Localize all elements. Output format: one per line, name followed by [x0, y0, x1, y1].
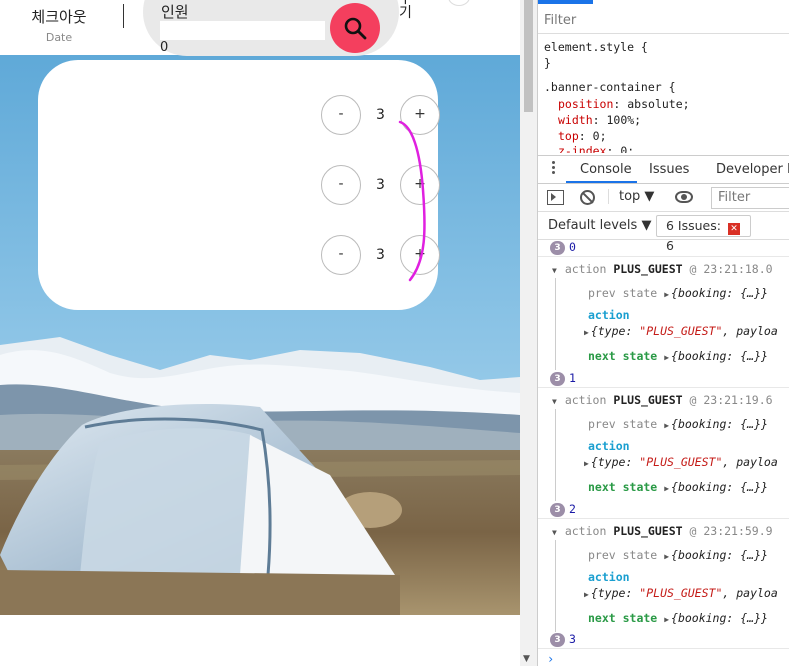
checkout-field[interactable]: 체크아웃 Date	[0, 6, 118, 44]
css-rule-selector: element.style {	[544, 40, 648, 54]
clear-console-icon[interactable]	[580, 190, 595, 205]
css-declaration[interactable]: top: 0;	[558, 129, 607, 143]
prev-state-line[interactable]: prev state ▶ {booking: {…}}	[538, 548, 789, 562]
guest-count-panel: - 3 + - 3 + - 3 +	[38, 60, 440, 310]
issue-flag-icon: ✕	[727, 223, 740, 235]
issues-counter-button[interactable]: 6 Issues: ✕ 6	[656, 215, 751, 253]
css-rule-close: }	[544, 56, 551, 70]
css-declaration[interactable]: width: 100%;	[558, 113, 641, 127]
minus-guest-button[interactable]: -	[321, 235, 361, 275]
annotation-scribble	[398, 120, 426, 282]
guests-value: 0	[160, 40, 169, 55]
search-button[interactable]	[330, 3, 380, 53]
repeat-count-badge: 3	[550, 503, 565, 517]
redux-action-group[interactable]: ▼ action PLUS_GUEST @ 23:21:59.9	[538, 524, 789, 538]
clipped-nav-text: 무 기	[399, 0, 412, 21]
styles-filter-input[interactable]: Filter	[538, 8, 789, 34]
console-toolbar: top ▼ Filter	[538, 184, 789, 212]
issues-label: 6 Issues:	[666, 218, 721, 233]
drawer-tabbar: Console Issues Developer Re	[538, 155, 789, 184]
more-tools-icon[interactable]	[552, 161, 556, 177]
action-key-line: action	[588, 439, 630, 453]
repeat-count-badge: 3	[550, 633, 565, 647]
console-log-entry: 32	[538, 502, 789, 517]
checkout-date-label: Date	[45, 31, 73, 44]
prev-state-line[interactable]: prev state ▶ {booking: {…}}	[538, 417, 789, 431]
action-object-line[interactable]: ▶ {type: "PLUS_GUEST", payloa	[538, 586, 789, 600]
css-rule-selector: .banner-container {	[544, 80, 676, 94]
page-viewport: 체크아웃 Date 인원 0 무 기 - 3 + - 3 + - 3	[0, 0, 520, 666]
next-state-line[interactable]: next state ▶ {booking: {…}}	[538, 349, 789, 363]
separator	[538, 518, 789, 519]
action-key-line: action	[588, 570, 630, 584]
log-levels-dropdown[interactable]: Default levels ▼	[548, 218, 651, 233]
tab-issues[interactable]: Issues	[649, 162, 689, 177]
redux-action-group[interactable]: ▼ action PLUS_GUEST @ 23:21:19.6	[538, 393, 789, 407]
styles-tab-indicator	[538, 0, 593, 4]
page-scrollbar[interactable]: ▼	[520, 0, 537, 666]
sidebar-toggle-icon[interactable]	[547, 190, 564, 205]
divider	[123, 4, 124, 28]
console-prompt-icon[interactable]: ›	[547, 652, 554, 666]
action-object-line[interactable]: ▶ {type: "PLUS_GUEST", payloa	[538, 324, 789, 338]
separator	[538, 648, 789, 649]
console-log-entry: 33	[538, 632, 789, 647]
scroll-down-arrow-icon[interactable]: ▼	[523, 654, 530, 664]
separator	[538, 256, 789, 257]
action-object-line[interactable]: ▶ {type: "PLUS_GUEST", payloa	[538, 455, 789, 469]
separator	[538, 387, 789, 388]
devtools-panel: Filter element.style { } .banner-contain…	[537, 0, 789, 666]
console-messages: 30 ▼ action PLUS_GUEST @ 23:21:18.0 prev …	[538, 240, 789, 666]
guests-input[interactable]	[160, 21, 325, 40]
clipped-avatar[interactable]	[448, 0, 470, 6]
checkout-title: 체크아웃	[31, 8, 87, 26]
context-selector[interactable]: top ▼	[608, 189, 654, 204]
live-expression-eye-icon[interactable]	[675, 191, 693, 203]
console-levels-bar: Default levels ▼ 6 Issues: ✕ 6	[538, 212, 789, 253]
console-filter-input[interactable]: Filter	[711, 187, 789, 209]
search-icon	[344, 17, 367, 40]
tab-console[interactable]: Console	[580, 162, 632, 177]
css-declaration[interactable]: position: absolute;	[558, 97, 690, 111]
active-tab-indicator	[566, 181, 637, 183]
next-state-line[interactable]: next state ▶ {booking: {…}}	[538, 480, 789, 494]
scrollbar-thumb[interactable]	[524, 0, 533, 112]
guests-label: 인원	[161, 3, 189, 21]
minus-guest-button[interactable]: -	[321, 95, 361, 135]
search-bar: 체크아웃 Date 인원 0 무 기	[0, 0, 520, 56]
minus-guest-button[interactable]: -	[321, 165, 361, 205]
action-key-line: action	[588, 308, 630, 322]
css-declaration[interactable]: z-index: 0;	[558, 144, 634, 153]
next-state-line[interactable]: next state ▶ {booking: {…}}	[538, 611, 789, 625]
repeat-count-badge: 3	[550, 241, 565, 255]
repeat-count-badge: 3	[550, 372, 565, 386]
tab-developer-resources[interactable]: Developer Re	[716, 162, 789, 177]
redux-action-group[interactable]: ▼ action PLUS_GUEST @ 23:21:18.0	[538, 262, 789, 276]
console-log-entry: 30	[538, 240, 789, 255]
console-log-entry: 31	[538, 371, 789, 386]
prev-state-line[interactable]: prev state ▶ {booking: {…}}	[538, 286, 789, 300]
